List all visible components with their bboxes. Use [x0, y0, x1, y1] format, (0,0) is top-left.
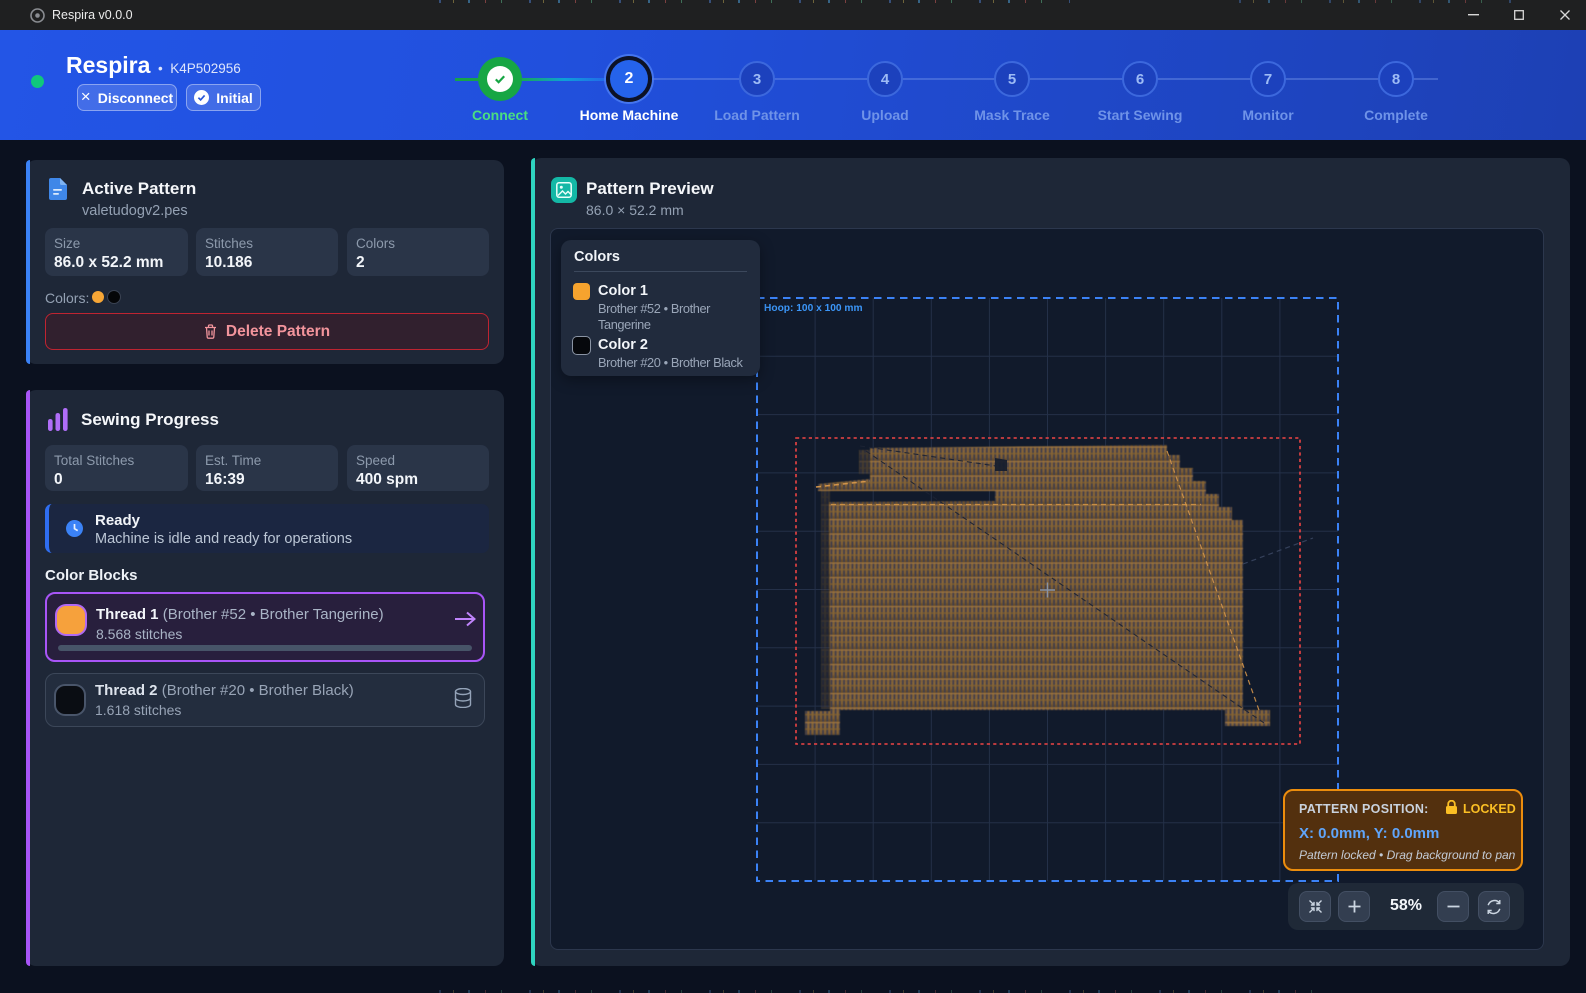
svg-text:Hoop: 100 x 100 mm: Hoop: 100 x 100 mm: [764, 303, 863, 314]
